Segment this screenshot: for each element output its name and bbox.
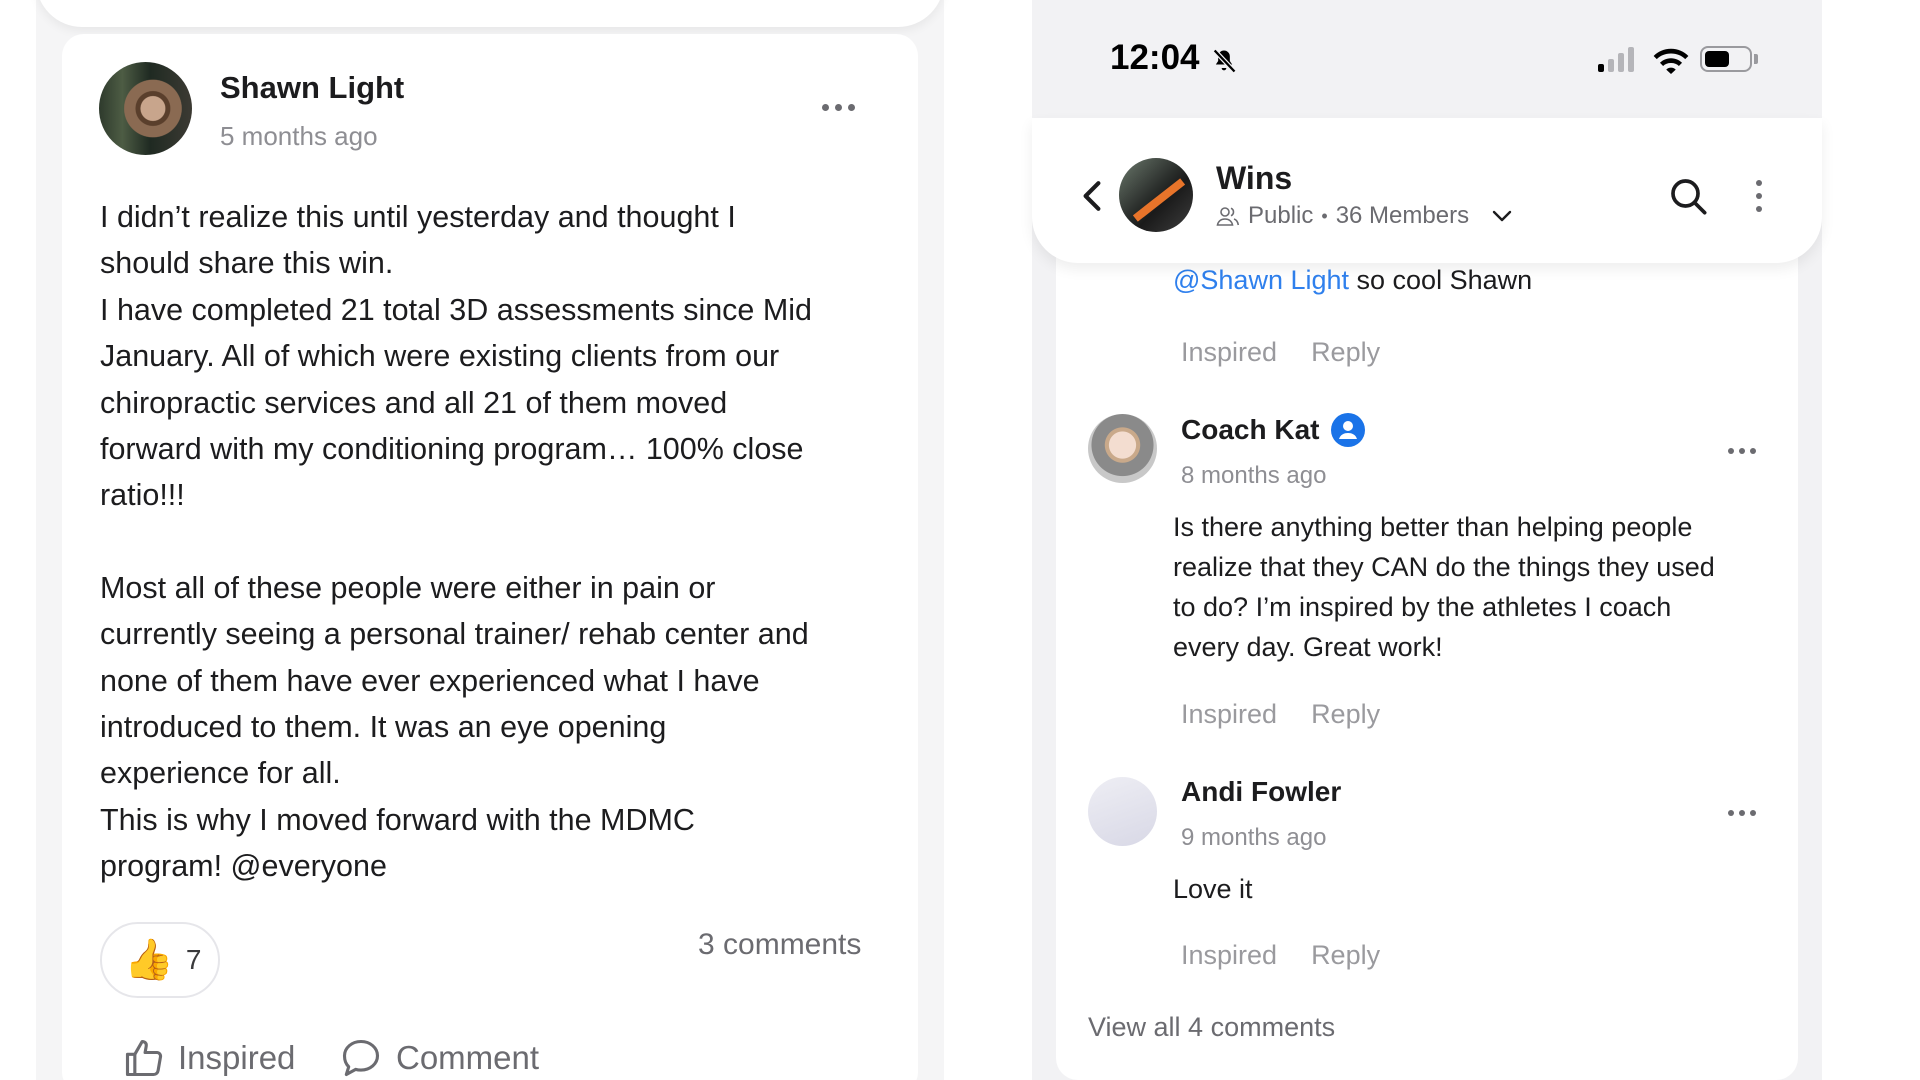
group-avatar[interactable] [1119,158,1193,232]
comment-author[interactable]: Coach Kat [1181,414,1319,446]
commenter-avatar[interactable] [1088,777,1157,846]
comment-text: Is there anything better than helping pe… [1173,512,1715,662]
view-all-comments-link[interactable]: View all 4 comments [1088,1012,1335,1043]
kebab-menu-icon[interactable] [1756,180,1762,212]
thumbs-up-emoji-icon: 👍 [124,938,174,982]
chevron-down-icon [1492,210,1512,222]
reply-action[interactable]: Reply [1311,699,1380,730]
reply-actions: Inspired Reply [1181,337,1380,368]
comment-more-options-icon[interactable] [1728,448,1756,454]
comment-button[interactable]: Comment [338,1036,539,1080]
comment-label: Comment [396,1039,540,1076]
reply-action[interactable]: Reply [1311,337,1380,368]
reply-body: so cool Shawn [1349,265,1533,295]
thumbs-up-icon [125,1039,163,1077]
bell-muted-icon [1212,48,1237,74]
cellular-signal-icon [1598,46,1634,72]
inspired-action[interactable]: Inspired [1181,940,1277,971]
wifi-icon [1653,48,1689,74]
inspired-action[interactable]: Inspired [1181,699,1277,730]
previous-card [36,0,944,27]
comment-author[interactable]: Andi Fowler [1181,776,1341,808]
group-meta[interactable]: Public • 36 Members [1216,202,1513,230]
post-more-options-icon[interactable] [822,92,862,122]
inspired-button[interactable]: Inspired [122,1036,295,1080]
commenter-avatar[interactable] [1088,414,1157,483]
group-name[interactable]: Wins [1216,160,1292,197]
status-bar-time: 12:04 [1110,38,1200,77]
post-timestamp: 5 months ago [220,121,378,151]
reaction-summary-button[interactable]: 👍 7 [100,922,220,998]
inspired-action[interactable]: Inspired [1181,337,1277,368]
comment-timestamp: 9 months ago [1181,824,1327,851]
comment-actions: Inspired Reply [1181,699,1380,730]
reaction-count: 7 [185,944,202,975]
inspired-label: Inspired [178,1039,296,1076]
group-visibility: Public [1248,202,1314,229]
people-icon [1216,207,1240,226]
back-chevron-icon[interactable] [1082,180,1102,212]
post-body: I didn’t realize this until yesterday an… [100,194,890,890]
post-paragraph-2: Most all of these people were either in … [100,570,809,884]
battery-icon [1700,46,1752,72]
speech-bubble-icon [342,1039,380,1077]
battery-nub [1754,54,1758,64]
group-members-count: 36 Members [1335,202,1470,229]
comment-timestamp: 8 months ago [1181,462,1327,489]
post-paragraph-1: I didn’t realize this until yesterday an… [100,200,813,513]
mention-link[interactable]: @Shawn Light [1173,265,1349,295]
comment-actions: Inspired Reply [1181,940,1380,971]
search-icon[interactable] [1668,176,1708,216]
author-avatar[interactable] [99,62,192,155]
verified-user-icon [1331,413,1365,447]
comment-more-options-icon[interactable] [1728,810,1756,816]
comments-count-link[interactable]: 3 comments [698,928,861,962]
reply-action[interactable]: Reply [1311,940,1380,971]
post-author-name[interactable]: Shawn Light [220,70,404,106]
comment-text: Love it [1173,874,1253,904]
meta-separator: • [1321,205,1328,226]
reply-text: @Shawn Light so cool Shawn [1173,265,1532,296]
